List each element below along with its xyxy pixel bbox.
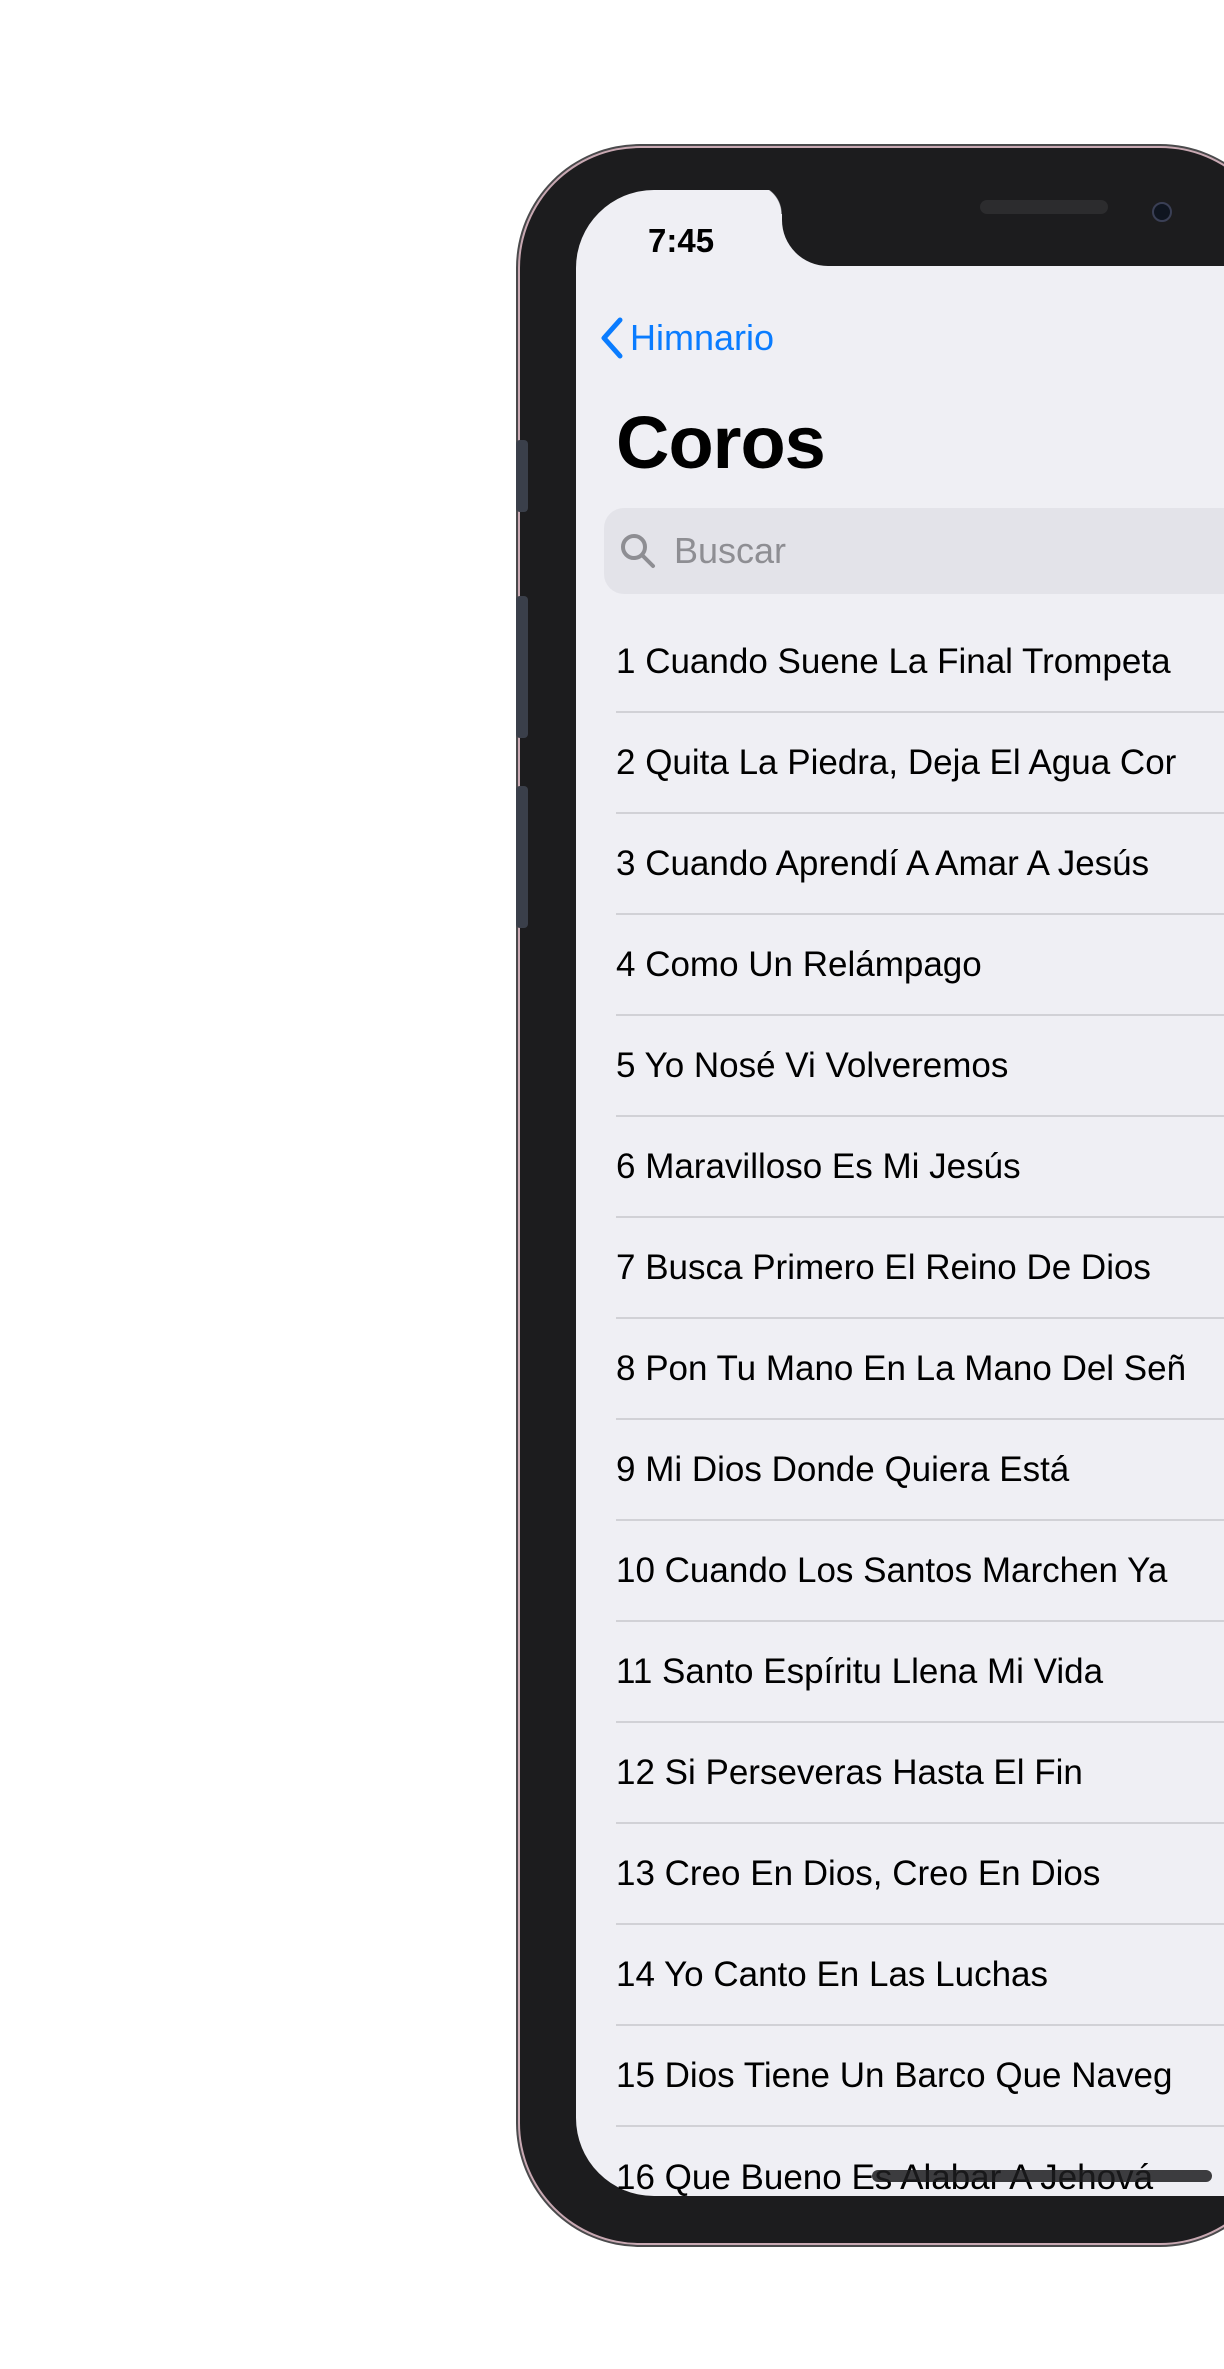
status-time: 7:45 [648, 222, 715, 259]
page-title: Coros [616, 401, 826, 484]
chevron-left-icon [601, 317, 623, 359]
home-indicator[interactable] [872, 2170, 1212, 2182]
silent-switch [516, 440, 528, 512]
song-row[interactable]: 2 Quita La Piedra, Deja El Agua Cor [616, 713, 1224, 814]
volume-down-button [516, 786, 528, 928]
volume-up-button [516, 596, 528, 738]
song-row[interactable]: 14 Yo Canto En Las Luchas [616, 1925, 1224, 2026]
speaker-grille [980, 200, 1108, 214]
song-row[interactable]: 9 Mi Dios Donde Quiera Está [616, 1420, 1224, 1521]
search-icon [621, 534, 655, 568]
song-row[interactable]: 6 Maravilloso Es Mi Jesús [616, 1117, 1224, 1218]
song-row[interactable]: 3 Cuando Aprendí A Amar A Jesús [616, 814, 1224, 915]
back-button-label: Himnario [630, 317, 775, 358]
song-row[interactable]: 11 Santo Espíritu Llena Mi Vida [616, 1622, 1224, 1723]
song-list: 1 Cuando Suene La Final Trompeta 2 Quita… [616, 612, 1224, 2228]
song-row[interactable]: 1 Cuando Suene La Final Trompeta [616, 612, 1224, 713]
search-input[interactable] [672, 529, 1216, 573]
song-row[interactable]: 4 Como Un Relámpago [616, 915, 1224, 1016]
song-row[interactable]: 13 Creo En Dios, Creo En Dios [616, 1824, 1224, 1925]
song-row[interactable]: 10 Cuando Los Santos Marchen Ya [616, 1521, 1224, 1622]
notch [752, 184, 1224, 266]
song-row[interactable]: 15 Dios Tiene Un Barco Que Naveg [616, 2026, 1224, 2127]
song-row[interactable]: 8 Pon Tu Mano En La Mano Del Señ [616, 1319, 1224, 1420]
song-row[interactable]: 5 Yo Nosé Vi Volveremos [616, 1016, 1224, 1117]
front-camera [1152, 202, 1172, 222]
search-bar[interactable] [604, 508, 1224, 594]
song-row[interactable]: 7 Busca Primero El Reino De Dios [616, 1218, 1224, 1319]
back-button[interactable]: Himnario [596, 312, 774, 364]
song-row[interactable]: 12 Si Perseveras Hasta El Fin [616, 1723, 1224, 1824]
